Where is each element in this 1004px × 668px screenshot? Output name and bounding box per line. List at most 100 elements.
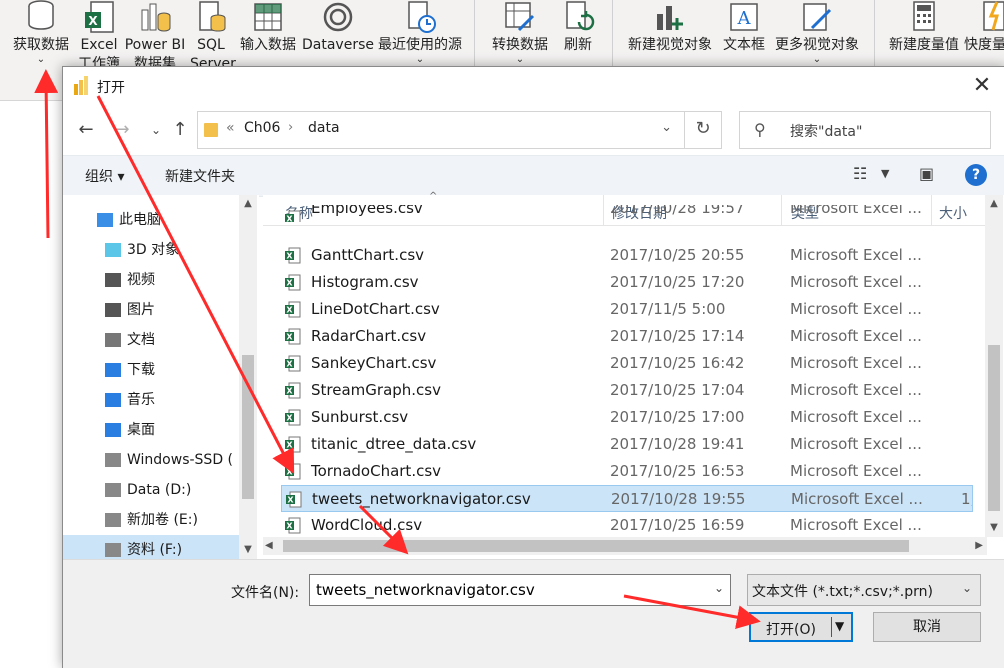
file-row[interactable]: X GanttChart.csv 2017/10/25 20:55 Microsoft… bbox=[281, 242, 973, 269]
scroll-up-icon[interactable]: ▲ bbox=[239, 195, 257, 213]
drive-icon bbox=[105, 513, 121, 527]
refresh-button[interactable]: 刷新 bbox=[556, 0, 600, 72]
scrollbar-thumb[interactable] bbox=[242, 355, 254, 499]
excel-csv-file-icon: X bbox=[285, 382, 301, 399]
dataverse-button[interactable]: Dataverse bbox=[302, 0, 374, 72]
file-row[interactable]: X RadarChart.csv 2017/10/25 17:14 Microsoft… bbox=[281, 323, 973, 350]
more-visuals-button[interactable]: 更多视觉对象 ⌄ bbox=[770, 0, 864, 72]
scroll-right-icon[interactable]: ▶ bbox=[975, 537, 983, 555]
calculator-icon bbox=[913, 1, 935, 31]
search-placeholder: 搜索"data" bbox=[790, 124, 863, 140]
scroll-left-icon[interactable]: ◀ bbox=[265, 537, 273, 555]
nav-item-label: 此电脑 bbox=[119, 212, 161, 228]
close-icon[interactable]: ✕ bbox=[967, 71, 997, 101]
file-row[interactable]: Xtitanic_dtree_data.csv 2017/10/28 19:41 M… bbox=[281, 431, 973, 458]
powerbi-label: Power BI bbox=[124, 37, 186, 53]
file-type: Microsoft Excel ... bbox=[790, 354, 922, 372]
scrollbar-thumb[interactable] bbox=[988, 345, 1000, 511]
nav-item[interactable]: 文档 bbox=[63, 325, 241, 355]
enter-data-label: 输入数据 bbox=[240, 37, 296, 53]
powerbi-dataset-button[interactable]: Power BI 数据集 bbox=[122, 0, 188, 72]
breadcrumb-item[interactable]: Ch06 bbox=[244, 120, 280, 136]
file-row[interactable]: X Histogram.csv 2017/10/25 17:20 Microsoft … bbox=[281, 269, 973, 296]
scrollbar-thumb[interactable] bbox=[283, 540, 909, 552]
view-options-icon[interactable]: ☷ bbox=[853, 164, 867, 183]
file-row[interactable]: X Sunburst.csv 2017/10/25 17:00 Microsoft E… bbox=[281, 404, 973, 431]
address-dropdown-chevron-icon[interactable]: ⌄ bbox=[661, 120, 672, 135]
dataverse-icon bbox=[323, 2, 353, 32]
file-name: tweets_networknavigator.csv bbox=[312, 490, 531, 508]
chevron-down-icon[interactable]: ⌄ bbox=[714, 581, 724, 595]
scroll-down-icon[interactable]: ▼ bbox=[985, 519, 1003, 537]
get-data-button[interactable]: 获取数据 ⌄ bbox=[4, 0, 78, 72]
enter-data-button[interactable]: 输入数据 bbox=[236, 0, 300, 72]
file-row[interactable]: Xtweets_networknavigator.csv 2017/10/28 1… bbox=[281, 485, 973, 512]
get-data-label: 获取数据 bbox=[13, 37, 69, 53]
nav-item[interactable]: 桌面 bbox=[63, 415, 241, 445]
filename-field[interactable]: ⌄ bbox=[309, 574, 731, 606]
navigation-pane-scrollbar[interactable]: ▲ ▼ bbox=[239, 195, 257, 559]
nav-item[interactable]: 3D 对象 bbox=[63, 235, 241, 265]
open-button[interactable]: 打开(O) ▼ bbox=[749, 612, 853, 642]
file-list-horizontal-scrollbar[interactable]: ◀ ▶ bbox=[263, 537, 987, 555]
recent-sources-button[interactable]: 最近使用的源 ⌄ bbox=[374, 0, 466, 72]
nav-item[interactable]: 新加卷 (E:) bbox=[63, 505, 241, 535]
address-bar[interactable]: « Ch06 › data ⌄ bbox=[197, 111, 685, 149]
organize-menu-button[interactable]: 组织 ▾ bbox=[85, 166, 124, 186]
textbox-button[interactable]: A 文本框 bbox=[718, 0, 770, 72]
transform-data-button[interactable]: 转换数据 ⌄ bbox=[486, 0, 554, 72]
file-row[interactable]: X WordCloud.csv 2017/10/25 16:59 Microsoft … bbox=[281, 512, 973, 539]
preview-pane-icon[interactable]: ▣ bbox=[919, 164, 934, 183]
filename-input[interactable] bbox=[314, 580, 708, 600]
scroll-down-icon[interactable]: ▼ bbox=[239, 541, 257, 559]
breadcrumb-item[interactable]: data bbox=[308, 120, 340, 136]
search-box[interactable]: ⚲ 搜索"data" bbox=[739, 111, 991, 149]
powerbi-dataset-icon bbox=[141, 3, 171, 32]
help-icon[interactable]: ? bbox=[965, 164, 987, 186]
file-row[interactable]: X Employees.csv 2017/10/28 19:57 Microsoft … bbox=[281, 205, 973, 222]
file-list-scrollbar[interactable]: ▲ ▼ bbox=[985, 195, 1003, 537]
file-size: 1,3 bbox=[961, 490, 972, 508]
nav-item[interactable]: 此电脑 bbox=[63, 205, 241, 235]
file-date: 2017/10/25 17:00 bbox=[610, 408, 745, 426]
cancel-button[interactable]: 取消 bbox=[873, 612, 981, 642]
new-folder-button[interactable]: 新建文件夹 bbox=[165, 166, 235, 186]
file-type: Microsoft Excel ... bbox=[790, 462, 922, 480]
up-arrow-icon[interactable]: ↑ bbox=[167, 117, 193, 143]
chevron-down-icon[interactable]: ▼ bbox=[881, 167, 889, 180]
svg-text:X: X bbox=[286, 468, 293, 477]
recent-locations-chevron-icon[interactable]: ⌄ bbox=[143, 117, 169, 143]
refresh-icon bbox=[566, 1, 595, 31]
file-name: Employees.csv bbox=[311, 205, 423, 217]
nav-item[interactable]: Windows-SSD ( bbox=[63, 445, 241, 475]
nav-item[interactable]: Data (D:) bbox=[63, 475, 241, 505]
scroll-up-icon[interactable]: ▲ bbox=[985, 195, 1003, 213]
dialog-titlebar: 打开 ✕ bbox=[63, 67, 1004, 105]
open-options-chevron-icon[interactable]: ▼ bbox=[835, 619, 844, 633]
excel-workbook-button[interactable]: X Excel 工作簿 bbox=[78, 0, 120, 72]
excel-csv-file-icon: X bbox=[285, 247, 301, 264]
nav-item-label: 下载 bbox=[127, 362, 155, 378]
nav-item[interactable]: 下载 bbox=[63, 355, 241, 385]
new-measure-button[interactable]: 新建度量值 bbox=[884, 0, 964, 72]
file-row[interactable]: X LineDotChart.csv 2017/11/5 5:00 Microsoft… bbox=[281, 296, 973, 323]
quick-measure-button[interactable]: 快度量 bbox=[964, 0, 1004, 72]
file-row[interactable]: X TornadoChart.csv 2017/10/25 16:53 Microso… bbox=[281, 458, 973, 485]
file-row[interactable]: X SankeyChart.csv 2017/10/25 16:42 Microsof… bbox=[281, 350, 973, 377]
nav-item-label: Windows-SSD ( bbox=[127, 452, 234, 468]
back-arrow-icon[interactable]: ← bbox=[73, 117, 99, 143]
file-type: Microsoft Excel ... bbox=[790, 246, 922, 264]
excel-csv-file-icon: X bbox=[285, 463, 301, 480]
nav-item[interactable]: 视频 bbox=[63, 265, 241, 295]
nav-item[interactable]: 图片 bbox=[63, 295, 241, 325]
refresh-label: 刷新 bbox=[564, 37, 592, 53]
file-type: Microsoft Excel ... bbox=[790, 327, 922, 345]
sql-server-button[interactable]: SQL Server bbox=[190, 0, 236, 72]
forward-arrow-icon[interactable]: → bbox=[109, 117, 135, 143]
file-row[interactable]: X StreamGraph.csv 2017/10/25 17:04 Microsof… bbox=[281, 377, 973, 404]
new-visual-button[interactable]: 新建视觉对象 bbox=[622, 0, 718, 72]
filetype-select[interactable]: 文本文件 (*.txt;*.csv;*.prn) ⌄ bbox=[747, 574, 981, 606]
nav-item[interactable]: 音乐 bbox=[63, 385, 241, 415]
breadcrumb-overflow[interactable]: « bbox=[226, 120, 235, 136]
refresh-icon[interactable]: ↻ bbox=[685, 111, 722, 149]
